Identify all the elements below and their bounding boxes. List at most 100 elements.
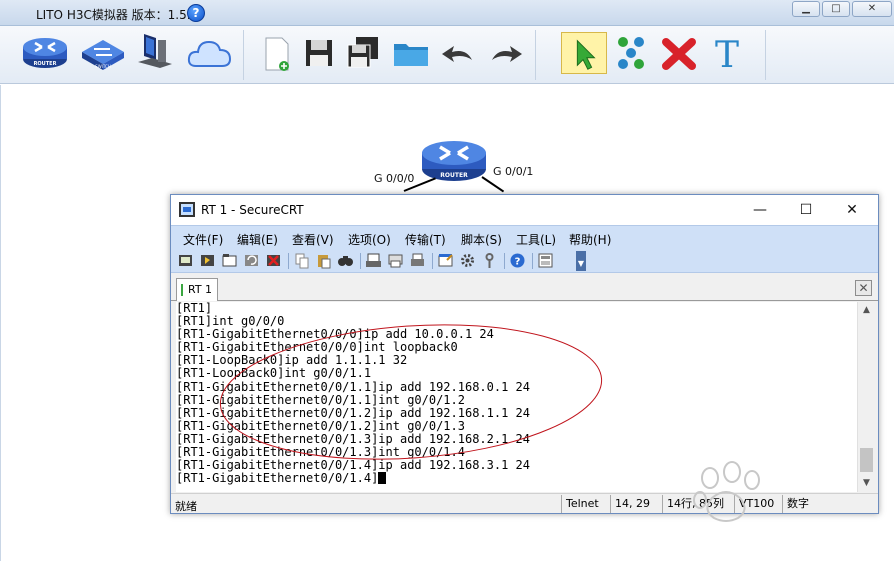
toolbar-separator — [360, 253, 361, 269]
status-emulation: VT100 — [734, 495, 780, 513]
session-tab-rt1[interactable]: RT 1 — [176, 278, 218, 301]
scroll-up-arrow[interactable]: ▲ — [858, 302, 875, 319]
pc-icon — [138, 34, 172, 68]
session-tabbar: RT 1 ✕ — [171, 275, 878, 301]
app-title: LITO H3C模拟器 版本：1.5.2 — [36, 8, 199, 22]
connect-button[interactable] — [608, 32, 654, 74]
securecrt-menubar: 文件(F) 编辑(E) 查看(V) 选项(O) 传输(T) 脚本(S) 工具(L… — [171, 225, 878, 249]
menu-tools[interactable]: 工具(L) — [516, 231, 556, 248]
new-file-button[interactable] — [254, 32, 300, 74]
scroll-thumb[interactable] — [860, 448, 873, 472]
switch-icon: SWITCH — [82, 40, 124, 70]
switch-tool-label: SWITCH — [95, 64, 111, 69]
pointer-icon — [576, 39, 596, 70]
help-icon[interactable]: ? — [187, 4, 205, 22]
app-maximize-button[interactable]: □ — [822, 1, 850, 17]
securecrt-close-button[interactable]: ✕ — [829, 199, 875, 221]
toolbar-separator — [504, 253, 505, 269]
reconnect-icon[interactable] — [243, 252, 260, 269]
save-button[interactable] — [296, 32, 342, 74]
terminal-line: [RT1-GigabitEthernet0/0/1.1]ip add 192.1… — [176, 379, 531, 394]
terminal-vertical-scrollbar[interactable]: ▲ ▼ — [857, 302, 874, 492]
menu-edit[interactable]: 编辑(E) — [237, 231, 278, 248]
toolbar-separator — [288, 253, 289, 269]
topology-router[interactable]: ROUTER — [420, 133, 488, 185]
securecrt-window: RT 1 - SecureCRT — ☐ ✕ 文件(F) 编辑(E) 查看(V)… — [170, 194, 879, 514]
select-pointer-button[interactable] — [561, 32, 607, 74]
app-close-button[interactable]: ✕ — [852, 1, 892, 17]
terminal-prompt-line: [RT1-GigabitEthernet0/0/1.4] — [176, 472, 857, 485]
menu-transfer[interactable]: 传输(T) — [405, 231, 446, 248]
terminal-output[interactable]: [RT1] [RT1]int g0/0/0 [RT1-GigabitEthern… — [176, 302, 857, 492]
copy-icon[interactable] — [293, 252, 310, 269]
menu-help[interactable]: 帮助(H) — [569, 231, 611, 248]
terminal-line: [RT1-GigabitEthernet0/0/1.1]int g0/0/1.2 — [176, 392, 465, 407]
undo-button[interactable] — [436, 32, 482, 74]
router-tool-button[interactable]: ROUTER — [22, 32, 68, 74]
open-folder-button[interactable] — [388, 32, 434, 74]
status-ready: 就绪 — [175, 500, 197, 513]
undo-icon — [442, 46, 472, 62]
tab-connected-indicator — [181, 284, 183, 296]
toolbar-overflow-chevron[interactable]: ▼ — [576, 251, 586, 271]
securecrt-minimize-button[interactable]: — — [737, 199, 783, 221]
save-as-button[interactable] — [340, 32, 386, 74]
terminal-line: [RT1-GigabitEthernet0/0/1.2]int g0/0/1.3 — [176, 418, 465, 433]
print-icon[interactable] — [409, 252, 426, 269]
router-label: ROUTER — [440, 172, 468, 179]
menu-options[interactable]: 选项(O) — [348, 231, 391, 248]
paste-icon[interactable] — [315, 252, 332, 269]
quick-connect-icon[interactable] — [199, 252, 216, 269]
disconnect-icon[interactable] — [265, 252, 282, 269]
session-options-icon[interactable] — [437, 252, 454, 269]
router-icon: ROUTER — [422, 141, 486, 181]
router-icon: ROUTER — [23, 38, 67, 68]
app-titlebar: LITO H3C模拟器 版本：1.5.2 ? ▁ □ ✕ — [0, 0, 894, 26]
securecrt-maximize-button[interactable]: ☐ — [783, 199, 829, 221]
connect-tab-icon[interactable] — [221, 252, 238, 269]
menu-file[interactable]: 文件(F) — [183, 231, 223, 248]
global-options-icon[interactable] — [459, 252, 476, 269]
text-tool-label: T — [715, 35, 739, 74]
session-tab-label: RT 1 — [188, 283, 213, 296]
terminal-cursor — [378, 472, 387, 485]
connect-icon[interactable] — [177, 252, 194, 269]
text-tool-button[interactable]: T — [704, 32, 750, 76]
find-icon[interactable] — [337, 252, 354, 269]
terminal-line: [RT1-GigabitEthernet0/0/1.2]ip add 192.1… — [176, 405, 531, 420]
floppy-icon — [306, 40, 332, 66]
folder-icon — [394, 44, 428, 66]
securecrt-app-icon — [179, 202, 195, 217]
terminal-prompt: [RT1-GigabitEthernet0/0/1.4] — [176, 471, 379, 486]
cloud-icon — [187, 40, 232, 67]
print-screen-icon[interactable] — [365, 252, 382, 269]
securecrt-title: RT 1 - SecureCRT — [201, 203, 304, 217]
toolbar-separator — [532, 253, 533, 269]
help-icon[interactable]: ? — [509, 252, 526, 269]
cloud-tool-button[interactable] — [186, 32, 232, 74]
menu-script[interactable]: 脚本(S) — [461, 231, 502, 248]
redo-button[interactable] — [482, 32, 528, 74]
properties-icon[interactable] — [537, 252, 554, 269]
scroll-down-arrow[interactable]: ▼ — [858, 475, 875, 492]
securecrt-titlebar[interactable]: RT 1 - SecureCRT — ☐ ✕ — [171, 195, 878, 225]
menu-view[interactable]: 查看(V) — [292, 231, 334, 248]
print-selection-icon[interactable] — [387, 252, 404, 269]
svg-text:?: ? — [515, 257, 521, 268]
tab-close-button[interactable]: ✕ — [855, 280, 872, 296]
status-cursor-position: 14, 29 — [610, 495, 660, 513]
port-label-right: G 0/0/1 — [493, 165, 534, 178]
pc-tool-button[interactable] — [134, 32, 180, 74]
app-minimize-button[interactable]: ▁ — [792, 1, 820, 17]
delete-button[interactable] — [656, 32, 702, 74]
toolbar-separator — [432, 253, 433, 269]
status-protocol: Telnet — [561, 495, 607, 513]
main-toolbar: ROUTER SWITCH T — [0, 26, 894, 84]
text-icon: T — [715, 35, 739, 76]
securecrt-toolbar: ? ▼ — [171, 249, 878, 273]
new-file-icon — [265, 37, 289, 71]
keymap-icon[interactable] — [481, 252, 498, 269]
connect-icon — [618, 37, 644, 69]
switch-tool-button[interactable]: SWITCH — [80, 32, 126, 74]
save-as-icon — [347, 37, 378, 68]
